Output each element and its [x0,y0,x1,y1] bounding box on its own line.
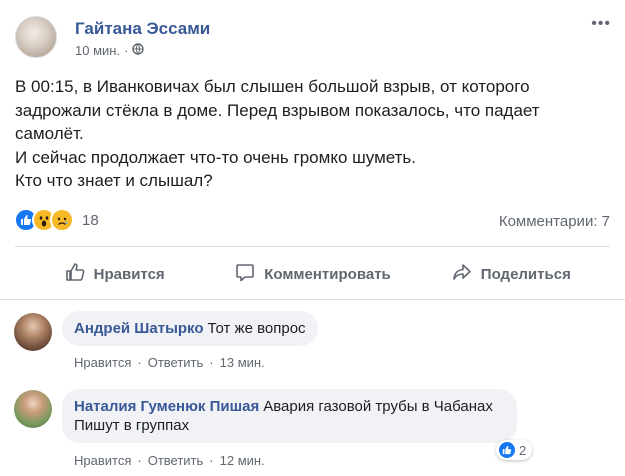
comment-button-label: Комментировать [264,265,391,283]
share-button[interactable]: Поделиться [412,254,610,294]
share-icon [451,261,473,287]
post-time[interactable]: 10 мин. [75,43,120,58]
comment-text: Авария газовой трубы в Чабанах [263,398,493,415]
comment-reply-link[interactable]: Ответить [148,453,204,468]
post-text-line: В 00:15, в Иванковичах был слышен большо… [15,77,530,96]
comment-actions: Нравится · Ответить · 13 мин. [74,355,265,370]
sad-icon [50,208,74,232]
comment-like-link[interactable]: Нравится [74,355,131,370]
comment-reply-link[interactable]: Ответить [148,355,204,370]
comment-actions: Нравится · Ответить · 12 мин. [74,453,265,468]
more-options-icon[interactable]: ••• [591,15,611,33]
like-icon [499,442,515,458]
comment-reaction-count: 2 [519,442,527,458]
comment-time[interactable]: 12 мин. [220,453,265,468]
post-author-name[interactable]: Гайтана Эссами [75,19,210,39]
separator: · [209,453,214,468]
separator: · [137,355,142,370]
share-button-label: Поделиться [480,265,571,283]
commenter-avatar[interactable] [14,313,52,351]
divider [15,246,610,247]
commenter-name[interactable]: Андрей Шатырко [74,320,204,337]
separator: · [209,355,214,370]
comment-reactions[interactable]: 2 [496,440,533,460]
post-action-bar: Нравится Комментировать Поделиться [15,254,610,294]
post-text: В 00:15, в Иванковичах был слышен большо… [15,75,610,193]
comment-text: Тот же вопрос [207,320,306,337]
divider [0,299,625,300]
post-meta: 10 мин. · [75,43,145,58]
like-button-label: Нравится [93,265,165,283]
comment-button[interactable]: Комментировать [213,254,411,294]
post-text-line: самолёт. [15,124,84,143]
reaction-count: 18 [82,211,99,229]
comment-time[interactable]: 13 мин. [220,355,265,370]
commenter-avatar[interactable] [14,390,52,428]
meta-separator: · [124,43,129,58]
reactions-summary[interactable]: 18 [14,208,99,232]
comment-icon [234,261,256,287]
commenter-name[interactable]: Наталия Гуменюк Пишая [74,398,259,415]
globe-icon[interactable] [132,43,145,58]
post-text-line: И сейчас продолжает что-то очень громко … [15,147,417,167]
separator: · [137,453,142,468]
like-button[interactable]: Нравится [15,254,213,294]
post-text-line: Кто что знает и слышал? [15,171,213,190]
post-text-line: задрожали стёкла в доме. Перед взрывом п… [15,100,540,120]
comment-like-link[interactable]: Нравится [74,453,131,468]
comments-count-link[interactable]: Комментарии: 7 [499,213,610,230]
comment-text: Пишут в группах [74,417,190,434]
thumbs-up-icon [64,261,86,287]
comment-bubble: Наталия Гуменюк Пишая Авария газовой труб… [62,389,517,443]
comment-bubble: Андрей Шатырко Тот же вопрос [62,311,318,346]
author-avatar[interactable] [15,16,57,58]
